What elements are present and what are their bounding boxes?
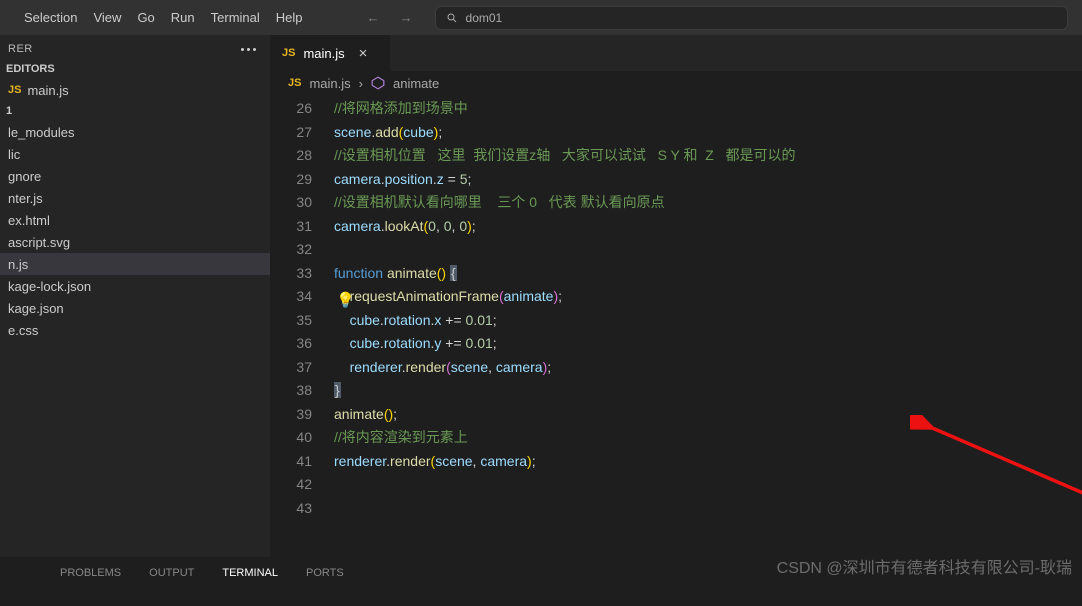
open-editor-item[interactable]: JS main.js (0, 79, 270, 101)
search-placeholder: dom01 (466, 11, 503, 25)
code-content[interactable]: //将网格添加到场景中scene.add(cube);//设置相机位置 这里 我… (330, 95, 796, 557)
lightbulb-icon[interactable]: 💡 (336, 289, 355, 313)
more-icon[interactable] (241, 48, 256, 51)
breadcrumb-file: main.js (309, 76, 350, 91)
explorer-sidebar: RER EDITORS JS main.js 1 le_moduleslicgn… (0, 35, 270, 557)
nav-forward-icon[interactable]: → (394, 10, 419, 25)
menubar: SelectionViewGoRunTerminalHelp ← → dom01 (0, 0, 1082, 35)
nav-back-icon[interactable]: ← (361, 10, 386, 25)
explorer-title: RER (8, 43, 33, 55)
editor-tabs: JS main.js × (270, 35, 1082, 71)
tree-item[interactable]: e.css (0, 319, 270, 341)
tree-item[interactable]: lic (0, 143, 270, 165)
tree-item[interactable]: ascript.svg (0, 231, 270, 253)
breadcrumb-symbol: animate (393, 76, 439, 91)
js-file-icon: JS (282, 47, 295, 59)
tab-label: main.js (303, 46, 344, 61)
chevron-right-icon: › (359, 76, 363, 91)
js-file-icon: JS (8, 84, 21, 96)
code-editor[interactable]: 💡 262728293031323334353637383940414243 /… (270, 95, 1082, 557)
tree-item[interactable]: ex.html (0, 209, 270, 231)
menu-selection[interactable]: Selection (16, 0, 85, 35)
menu-terminal[interactable]: Terminal (203, 0, 268, 35)
tree-item[interactable]: gnore (0, 165, 270, 187)
search-icon (446, 12, 458, 24)
nav-arrows: ← → (361, 10, 419, 25)
watermark: CSDN @深圳市有德者科技有限公司-耿瑞 (777, 554, 1072, 578)
method-icon (371, 76, 385, 90)
tab-main-js[interactable]: JS main.js × (270, 35, 390, 71)
open-editor-label: main.js (27, 83, 68, 98)
project-section[interactable]: 1 (0, 101, 270, 121)
open-editors-section[interactable]: EDITORS (0, 59, 270, 79)
search-input[interactable]: dom01 (435, 6, 1068, 30)
panel-tab-terminal[interactable]: TERMINAL (222, 567, 278, 581)
panel-tab-ports[interactable]: PORTS (306, 567, 344, 581)
tree-item[interactable]: nter.js (0, 187, 270, 209)
close-icon[interactable]: × (359, 45, 368, 62)
menu-help[interactable]: Help (268, 0, 311, 35)
line-gutter: 262728293031323334353637383940414243 (270, 95, 330, 557)
panel-tab-output[interactable]: OUTPUT (149, 567, 194, 581)
tree-item[interactable]: kage.json (0, 297, 270, 319)
tree-item[interactable]: n.js (0, 253, 270, 275)
menu-go[interactable]: Go (129, 0, 162, 35)
js-file-icon: JS (288, 77, 301, 89)
menu-run[interactable]: Run (163, 0, 203, 35)
panel-tab-problems[interactable]: PROBLEMS (60, 567, 121, 581)
menu-view[interactable]: View (85, 0, 129, 35)
tree-item[interactable]: kage-lock.json (0, 275, 270, 297)
tree-item[interactable]: le_modules (0, 121, 270, 143)
annotation-arrow (910, 415, 1082, 557)
breadcrumb[interactable]: JS main.js › animate (270, 71, 1082, 95)
